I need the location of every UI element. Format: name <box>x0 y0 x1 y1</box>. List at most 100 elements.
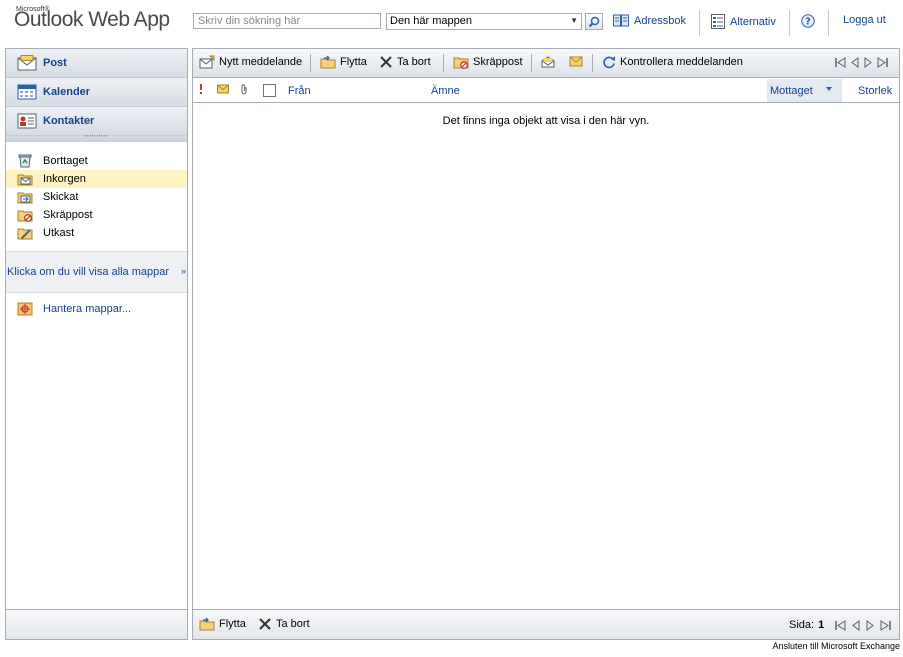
header-divider <box>789 10 790 36</box>
new-message-button[interactable]: Nytt meddelande <box>199 55 302 69</box>
next-page-icon[interactable] <box>865 619 875 631</box>
nav-module-label: Post <box>43 57 67 69</box>
last-page-icon[interactable] <box>879 619 892 631</box>
folder-item-deleted-items[interactable]: Borttaget <box>6 152 187 170</box>
svg-text:?: ? <box>805 17 811 28</box>
footer-move-button[interactable]: Flytta <box>199 617 246 631</box>
junk-folder-icon <box>17 208 33 222</box>
calendar-module-icon <box>16 83 38 101</box>
options-label: Alternativ <box>730 15 776 28</box>
empty-list-message: Det finns inga objekt att visa i den här… <box>442 115 650 127</box>
page-label: Sida: <box>789 619 815 631</box>
sort-descending-icon <box>825 86 833 92</box>
message-list-pane: Nytt meddelande Flytta Ta bort Skräppost <box>192 48 900 640</box>
deleted-items-icon <box>17 154 33 168</box>
folder-label: Skräppost <box>43 209 93 221</box>
new-message-icon <box>199 55 215 69</box>
help-icon: ? <box>801 14 815 28</box>
folder-label: Utkast <box>43 227 75 239</box>
first-page-icon[interactable] <box>834 57 847 68</box>
move-folder-icon <box>320 55 336 69</box>
nav-module-label: Kalender <box>43 86 91 98</box>
folder-item-drafts[interactable]: Utkast <box>6 224 187 242</box>
sent-items-icon <box>17 190 33 204</box>
previous-page-icon[interactable] <box>851 619 861 631</box>
mark-read-button[interactable] <box>541 55 555 68</box>
drafts-folder-icon <box>17 226 33 240</box>
toolbar-divider <box>310 54 311 72</box>
show-all-folders-label: Klicka om du vill visa alla mappar <box>7 266 170 278</box>
search-input[interactable]: Skriv din sökning här <box>193 13 381 29</box>
previous-page-icon[interactable] <box>850 57 860 68</box>
mark-unread-button[interactable] <box>569 55 583 67</box>
manage-folders-icon <box>17 302 33 316</box>
show-all-folders-link[interactable]: Klicka om du vill visa alla mappar » <box>6 251 187 293</box>
nav-module-calendar[interactable]: Kalender <box>6 78 187 107</box>
column-header-received[interactable]: Mottaget <box>770 85 813 97</box>
folder-item-junk[interactable]: Skräppost <box>6 206 187 224</box>
main-toolbar: Nytt meddelande Flytta Ta bort Skräppost <box>193 49 899 78</box>
junk-button[interactable]: Skräppost <box>453 55 523 69</box>
help-button[interactable]: ? <box>801 14 815 28</box>
envelope-closed-icon <box>569 55 583 67</box>
address-book-link[interactable]: Adressbok <box>613 14 686 27</box>
inbox-folder-icon <box>17 172 33 186</box>
delete-button[interactable]: Ta bort <box>379 55 431 69</box>
delete-icon <box>258 617 272 631</box>
toolbar-divider <box>592 54 593 72</box>
page-number: 1 <box>818 619 825 631</box>
first-page-icon[interactable] <box>834 619 847 631</box>
move-button[interactable]: Flytta <box>320 55 367 69</box>
options-link[interactable]: Alternativ <box>711 14 776 29</box>
nav-module-label: Kontakter <box>43 115 95 127</box>
junk-label: Skräppost <box>473 56 523 68</box>
search-scope-select[interactable]: Den här mappen ▼ <box>386 13 582 30</box>
options-icon <box>711 14 725 29</box>
message-list-footer: Flytta Ta bort Sida: 1 <box>192 609 900 640</box>
footer-delete-button[interactable]: Ta bort <box>258 617 310 631</box>
splitter-grip[interactable]: '''''''''' <box>6 135 187 142</box>
app-logo: Outlook Web App <box>14 8 170 31</box>
refresh-icon <box>602 55 616 69</box>
contacts-module-icon <box>16 112 38 130</box>
last-page-icon[interactable] <box>876 57 889 68</box>
address-book-label: Adressbok <box>634 14 686 27</box>
attachment-column-icon[interactable] <box>240 83 248 95</box>
folder-item-sent-items[interactable]: Skickat <box>6 188 187 206</box>
header-divider <box>699 10 700 36</box>
search-button[interactable] <box>585 13 603 30</box>
nav-module-mail[interactable]: Post <box>6 49 187 78</box>
sign-out-label: Logga ut <box>843 14 886 26</box>
manage-folders-label: Hantera mappar... <box>43 303 132 315</box>
chevron-down-icon: ▼ <box>570 16 578 25</box>
manage-folders-link[interactable]: Hantera mappar... <box>6 300 187 318</box>
move-folder-icon <box>199 617 215 631</box>
mail-module-icon <box>16 54 38 72</box>
sign-out-link[interactable]: Logga ut <box>843 14 886 26</box>
navigation-pane: Post Kalender Kontakter '''''''''' Bortt… <box>5 48 188 640</box>
next-page-icon[interactable] <box>863 57 873 68</box>
footer-move-label: Flytta <box>219 618 246 630</box>
delete-icon <box>379 55 393 69</box>
new-message-label: Nytt meddelande <box>219 56 303 68</box>
nav-module-contacts[interactable]: Kontakter <box>6 107 187 136</box>
header-divider <box>828 10 829 36</box>
folder-label: Inkorgen <box>43 173 86 185</box>
junk-icon <box>453 55 469 69</box>
importance-column-icon[interactable] <box>198 83 204 95</box>
search-scope-value: Den här mappen <box>390 15 472 27</box>
connection-status: Ansluten till Microsoft Exchange <box>772 641 900 651</box>
folder-label: Borttaget <box>43 155 88 167</box>
folder-item-inbox[interactable]: Inkorgen <box>6 170 187 188</box>
pager-bottom: Sida: 1 <box>789 619 892 631</box>
column-header-size[interactable]: Storlek <box>858 85 892 97</box>
read-status-column-icon[interactable] <box>217 84 229 94</box>
toolbar-divider <box>443 54 444 72</box>
column-header-subject[interactable]: Ämne <box>431 85 460 97</box>
column-header-from[interactable]: Från <box>288 85 311 97</box>
delete-label: Ta bort <box>397 56 431 68</box>
select-all-checkbox[interactable] <box>263 84 276 97</box>
check-messages-button[interactable]: Kontrollera meddelanden <box>602 55 743 69</box>
address-book-icon <box>613 14 629 27</box>
double-chevron-down-icon: » <box>180 266 186 276</box>
